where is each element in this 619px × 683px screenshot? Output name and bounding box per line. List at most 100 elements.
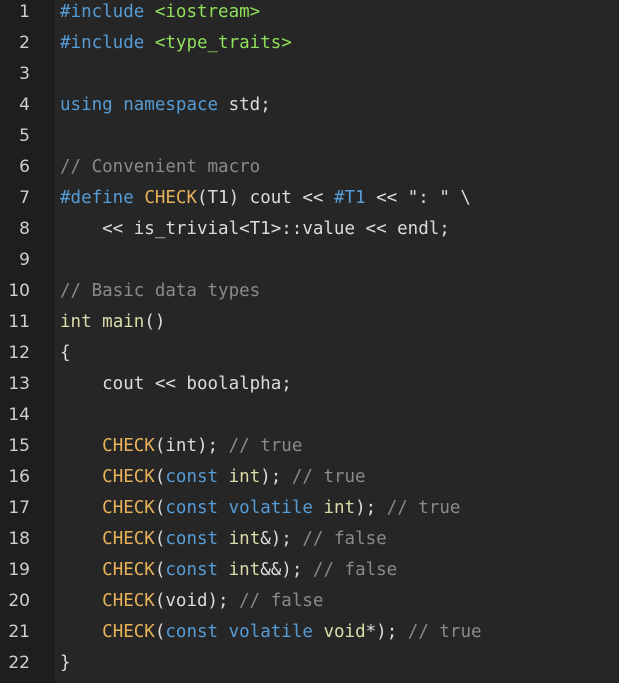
code-text: { (60, 338, 71, 369)
line-number: 8 (19, 219, 30, 239)
code-token: () (144, 312, 166, 332)
code-token: ); (260, 467, 292, 487)
code-token: using (60, 95, 113, 115)
line-number: 10 (8, 281, 30, 301)
code-text: CHECK(int); // true (60, 431, 302, 462)
code-token: void (323, 622, 366, 642)
code-token: ( (154, 622, 166, 642)
code-token: CHECK (102, 467, 155, 487)
code-token: ); (355, 498, 387, 518)
code-line[interactable]: 14 (0, 400, 619, 431)
code-token: // false (239, 591, 324, 611)
line-number: 17 (8, 498, 30, 518)
code-token: volatile (228, 498, 313, 518)
line-number: 5 (19, 126, 30, 146)
code-token: // true (291, 467, 366, 487)
code-text: CHECK(const int); // true (60, 462, 366, 493)
code-token: // Convenient macro (60, 157, 261, 177)
code-token: #include (60, 33, 145, 53)
code-line[interactable]: 8 << is_trivial<T1>::value << endl; (0, 214, 619, 245)
code-token: namespace (123, 95, 219, 115)
code-line[interactable]: 10 // Basic data types (0, 276, 619, 307)
line-number: 18 (8, 529, 30, 549)
line-number: 19 (8, 560, 30, 580)
code-token: volatile (228, 622, 313, 642)
code-token: CHECK (102, 560, 155, 580)
code-token: &); (260, 529, 303, 549)
code-line[interactable]: 11 int main() (0, 307, 619, 338)
code-line[interactable]: 13 cout << boolalpha; (0, 369, 619, 400)
code-line[interactable]: 15 CHECK(int); // true (0, 431, 619, 462)
line-number: 1 (19, 2, 30, 22)
code-text: } (60, 648, 71, 679)
code-token: ( (154, 498, 166, 518)
code-text: CHECK(const volatile int); // true (60, 493, 460, 524)
code-line[interactable]: 16 CHECK(const int); // true (0, 462, 619, 493)
code-token: const (165, 560, 219, 580)
code-line[interactable]: 22} (0, 648, 619, 679)
code-token: // Basic data types (60, 281, 261, 301)
line-number: 7 (19, 188, 30, 208)
code-token: int (60, 312, 92, 332)
code-token: std; (218, 95, 271, 115)
line-number: 9 (19, 250, 30, 270)
code-token: *); (365, 622, 408, 642)
code-line[interactable]: 2 #include <type_traits> (0, 28, 619, 59)
code-line[interactable]: 17 CHECK(const volatile int); // true (0, 493, 619, 524)
code-line[interactable]: 12 { (0, 338, 619, 369)
code-token: ( (154, 529, 166, 549)
code-text: cout << boolalpha; (60, 369, 292, 400)
code-token: // true (228, 436, 303, 456)
code-line[interactable]: 21 CHECK(const volatile void*); // true (0, 617, 619, 648)
code-text: #include <iostream> (60, 0, 260, 28)
code-token: (T1) cout << (197, 188, 334, 208)
code-text: #define CHECK(T1) cout << #T1 << ": " \ (60, 183, 471, 214)
line-number: 14 (8, 405, 30, 425)
code-token: << ": " \ (365, 188, 471, 208)
code-line[interactable]: 6 // Convenient macro (0, 152, 619, 183)
code-text: using namespace std; (60, 90, 271, 121)
code-token: cout << boolalpha; (60, 374, 292, 394)
code-token: ( (154, 560, 166, 580)
line-number: 6 (19, 157, 30, 177)
code-token: int (228, 529, 261, 549)
code-token: <type_traits> (154, 33, 292, 53)
code-token: (int); (154, 436, 229, 456)
code-text: CHECK(const int&&); // false (60, 555, 397, 586)
code-line[interactable]: 4 using namespace std; (0, 90, 619, 121)
code-text: CHECK(const volatile void*); // true (60, 617, 481, 648)
code-token: &&); (260, 560, 313, 580)
code-line[interactable]: 18 CHECK(const int&); // false (0, 524, 619, 555)
code-token: ( (154, 467, 166, 487)
code-line[interactable]: 3 (0, 59, 619, 90)
code-line[interactable]: 7 #define CHECK(T1) cout << #T1 << ": " \ (0, 183, 619, 214)
code-line[interactable]: 1 #include <iostream> (0, 0, 619, 28)
line-number: 21 (8, 622, 30, 642)
code-line[interactable]: 9 (0, 245, 619, 276)
line-number: 3 (19, 64, 30, 84)
code-line[interactable]: 19 CHECK(const int&&); // false (0, 555, 619, 586)
code-token: CHECK (102, 498, 155, 518)
code-line[interactable]: 20 CHECK(void); // false (0, 586, 619, 617)
code-token: const (165, 498, 219, 518)
code-token: CHECK (102, 591, 155, 611)
code-token: <iostream> (154, 2, 261, 22)
code-token: int (228, 467, 261, 487)
code-line[interactable]: 5 (0, 121, 619, 152)
code-token: #define (60, 188, 134, 208)
code-text: CHECK(const int&); // false (60, 524, 387, 555)
